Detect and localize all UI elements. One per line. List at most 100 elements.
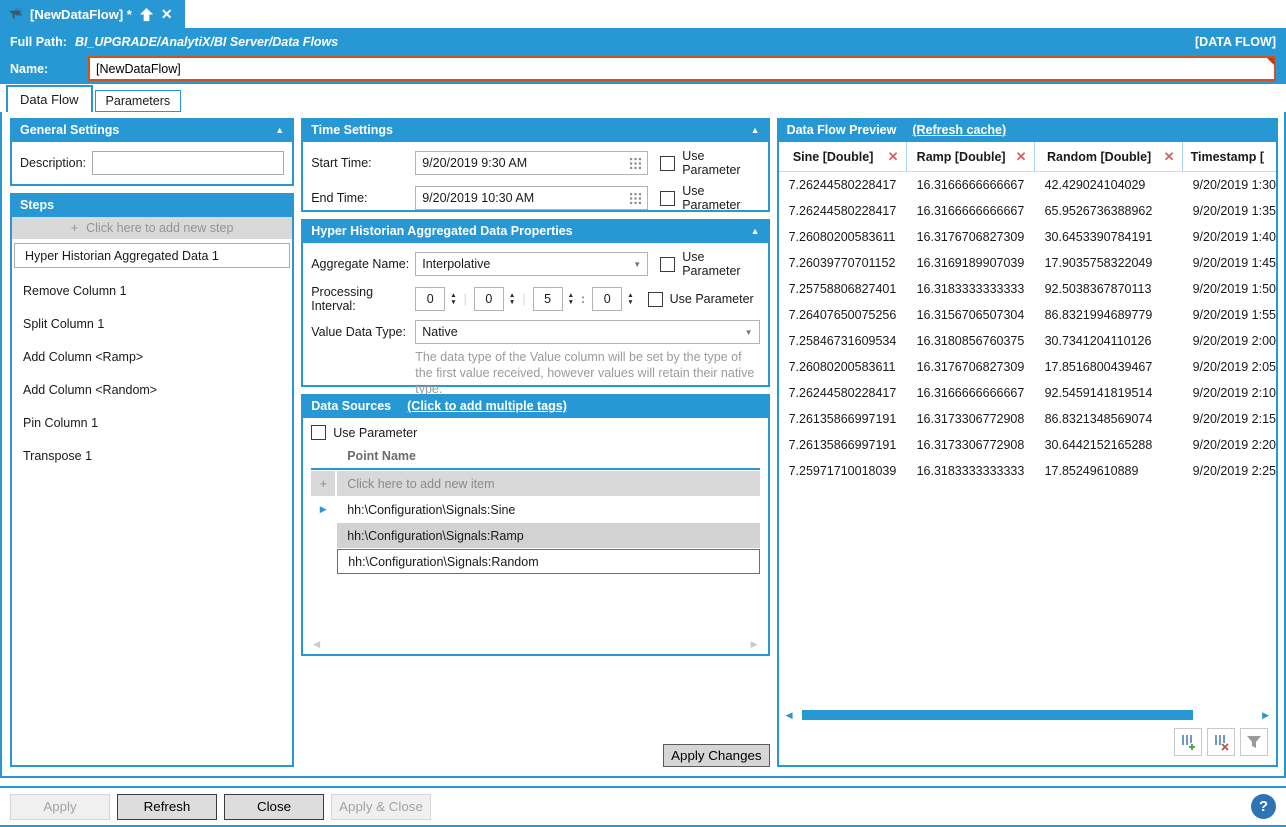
scrollbar-thumb[interactable] <box>802 710 1194 720</box>
collapse-icon[interactable]: ▲ <box>275 125 284 135</box>
step-item[interactable]: Hyper Historian Aggregated Data 1 <box>14 243 290 268</box>
spinner-arrows-icon[interactable]: ▲▼ <box>568 292 574 306</box>
refresh-button[interactable]: Refresh <box>117 794 217 820</box>
point-name-grid: Point Name + Click here to add new item … <box>311 444 759 654</box>
preview-column-header[interactable]: Random [Double]✕ <box>1035 142 1183 171</box>
preview-horizontal-scrollbar[interactable]: ◀ ▶ <box>784 708 1271 722</box>
step-item[interactable]: Add Column <Ramp> <box>12 340 292 373</box>
navigate-up-icon[interactable] <box>139 7 154 22</box>
help-button[interactable]: ? <box>1251 794 1276 819</box>
preview-table-cell: 9/20/2019 2:00 <box>1183 334 1276 348</box>
start-time-use-parameter-checkbox[interactable] <box>660 156 675 171</box>
value-data-type-dropdown[interactable]: Native ▼ <box>415 320 759 344</box>
plus-icon: + <box>311 471 335 496</box>
dataflow-document-icon <box>8 7 23 22</box>
document-tab[interactable]: [NewDataFlow] * ✕ <box>0 0 185 28</box>
remove-column-icon[interactable]: ✕ <box>1016 149 1027 165</box>
description-input[interactable] <box>92 151 284 175</box>
aggregate-name-row: Aggregate Name: Interpolative ▼ Use Para… <box>311 250 759 278</box>
step-item[interactable]: Split Column 1 <box>12 307 292 340</box>
end-time-use-parameter-checkbox[interactable] <box>660 191 675 206</box>
refresh-cache-link[interactable]: (Refresh cache) <box>912 123 1006 137</box>
interval-minutes-spinner[interactable]: 5 ▲▼ <box>533 287 574 311</box>
steps-header: Steps <box>12 195 292 217</box>
preview-table-row: 7.2624458022841716.316666666666742.42902… <box>779 172 1276 198</box>
add-item-row[interactable]: + Click here to add new item <box>311 471 759 496</box>
step-item[interactable]: Remove Column 1 <box>12 274 292 307</box>
right-column: Data Flow Preview (Refresh cache) Sine [… <box>777 118 1278 767</box>
name-input[interactable] <box>88 56 1276 81</box>
point-name-value[interactable]: hh:\Configuration\Signals:Ramp <box>337 523 759 548</box>
interval-hours-spinner[interactable]: 0 ▲▼ <box>474 287 515 311</box>
add-column-filter-button[interactable] <box>1174 728 1202 756</box>
preview-table-cell: 7.26244580228417 <box>779 204 907 218</box>
chevron-down-icon[interactable]: ▼ <box>633 260 641 269</box>
datetime-picker-icon[interactable] <box>630 193 641 204</box>
preview-column-header[interactable]: Sine [Double]✕ <box>779 142 907 171</box>
step-item-label: Pin Column 1 <box>23 416 98 430</box>
add-multiple-tags-link[interactable]: (Click to add multiple tags) <box>407 399 567 413</box>
start-time-input[interactable]: 9/20/2019 9:30 AM <box>415 151 648 175</box>
remove-column-filter-button[interactable] <box>1207 728 1235 756</box>
steps-title: Steps <box>20 198 54 212</box>
preview-column-header[interactable]: Ramp [Double]✕ <box>907 142 1035 171</box>
tab-parameters[interactable]: Parameters <box>95 90 182 112</box>
chevron-down-icon[interactable]: ▼ <box>745 328 753 337</box>
interval-days-spinner[interactable]: 0 ▲▼ <box>415 287 456 311</box>
apply-and-close-button[interactable]: Apply & Close <box>331 794 431 820</box>
footer-bar: Apply Refresh Close Apply & Close ? <box>0 786 1286 827</box>
spinner-arrows-icon[interactable]: ▲▼ <box>627 292 633 306</box>
preview-table-cell: 9/20/2019 1:55 <box>1183 308 1276 322</box>
step-item[interactable]: Transpose 1 <box>12 439 292 472</box>
datetime-picker-icon[interactable] <box>630 158 641 169</box>
preview-table-row: 7.2613586699719116.317330677290830.64421… <box>779 432 1276 458</box>
step-item[interactable]: Pin Column 1 <box>12 406 292 439</box>
time-settings-header[interactable]: Time Settings ▲ <box>303 120 767 142</box>
point-name-row[interactable]: hh:\Configuration\Signals:Ramp <box>311 523 759 548</box>
name-bar: Name: <box>0 55 1286 84</box>
data-sources-use-parameter-checkbox[interactable] <box>311 425 326 440</box>
point-name-value[interactable]: hh:\Configuration\Signals:Sine <box>337 497 759 522</box>
tab-data-flow[interactable]: Data Flow <box>6 85 93 112</box>
collapse-icon[interactable]: ▲ <box>751 226 760 236</box>
preview-table-cell: 16.3166666666667 <box>907 386 1035 400</box>
close-tab-icon[interactable]: ✕ <box>161 6 173 23</box>
preview-table-cell: 65.9526736388962 <box>1035 204 1183 218</box>
interval-seconds-spinner[interactable]: 0 ▲▼ <box>592 287 633 311</box>
aggregate-use-parameter-checkbox[interactable] <box>660 257 675 272</box>
scroll-right-icon[interactable]: ▶ <box>751 639 758 650</box>
point-name-column-header[interactable]: Point Name <box>337 444 759 468</box>
apply-button[interactable]: Apply <box>10 794 110 820</box>
spinner-arrows-icon[interactable]: ▲▼ <box>450 292 456 306</box>
remove-column-icon[interactable]: ✕ <box>888 149 899 165</box>
scrollbar-track[interactable] <box>800 710 1256 720</box>
preview-table-cell: 9/20/2019 1:30 <box>1183 178 1276 192</box>
filter-button[interactable] <box>1240 728 1268 756</box>
preview-header-row: Sine [Double]✕Ramp [Double]✕Random [Doub… <box>779 142 1276 172</box>
remove-column-icon[interactable]: ✕ <box>1164 149 1175 165</box>
point-name-row[interactable]: ▶hh:\Configuration\Signals:Sine <box>311 497 759 522</box>
preview-column-header[interactable]: Timestamp [ <box>1183 142 1276 171</box>
step-item[interactable]: Add Column <Random> <box>12 373 292 406</box>
point-name-value[interactable]: hh:\Configuration\Signals:Random <box>337 549 759 574</box>
scroll-left-icon[interactable]: ◀ <box>313 639 320 650</box>
row-indicator-cell <box>311 523 335 548</box>
preview-table-cell: 7.26080200583611 <box>779 360 907 374</box>
close-button[interactable]: Close <box>224 794 324 820</box>
aggregate-name-dropdown[interactable]: Interpolative ▼ <box>415 252 648 276</box>
add-step-button[interactable]: + Click here to add new step <box>12 217 292 239</box>
preview-table-cell: 7.25758806827401 <box>779 282 907 296</box>
interval-use-parameter-checkbox[interactable] <box>648 292 663 307</box>
data-sources-scrollbar[interactable]: ◀ ▶ <box>311 639 759 654</box>
preview-table-cell: 16.3183333333333 <box>907 282 1035 296</box>
collapse-icon[interactable]: ▲ <box>751 125 760 135</box>
apply-changes-button[interactable]: Apply Changes <box>663 744 769 767</box>
scroll-right-icon[interactable]: ▶ <box>1260 710 1271 721</box>
hh-properties-header[interactable]: Hyper Historian Aggregated Data Properti… <box>303 221 767 243</box>
end-time-input[interactable]: 9/20/2019 10:30 AM <box>415 186 648 210</box>
spinner-arrows-icon[interactable]: ▲▼ <box>509 292 515 306</box>
scroll-left-icon[interactable]: ◀ <box>784 710 795 721</box>
general-settings-title: General Settings <box>20 123 119 137</box>
point-name-row[interactable]: hh:\Configuration\Signals:Random <box>311 549 759 574</box>
general-settings-header[interactable]: General Settings ▲ <box>12 120 292 142</box>
